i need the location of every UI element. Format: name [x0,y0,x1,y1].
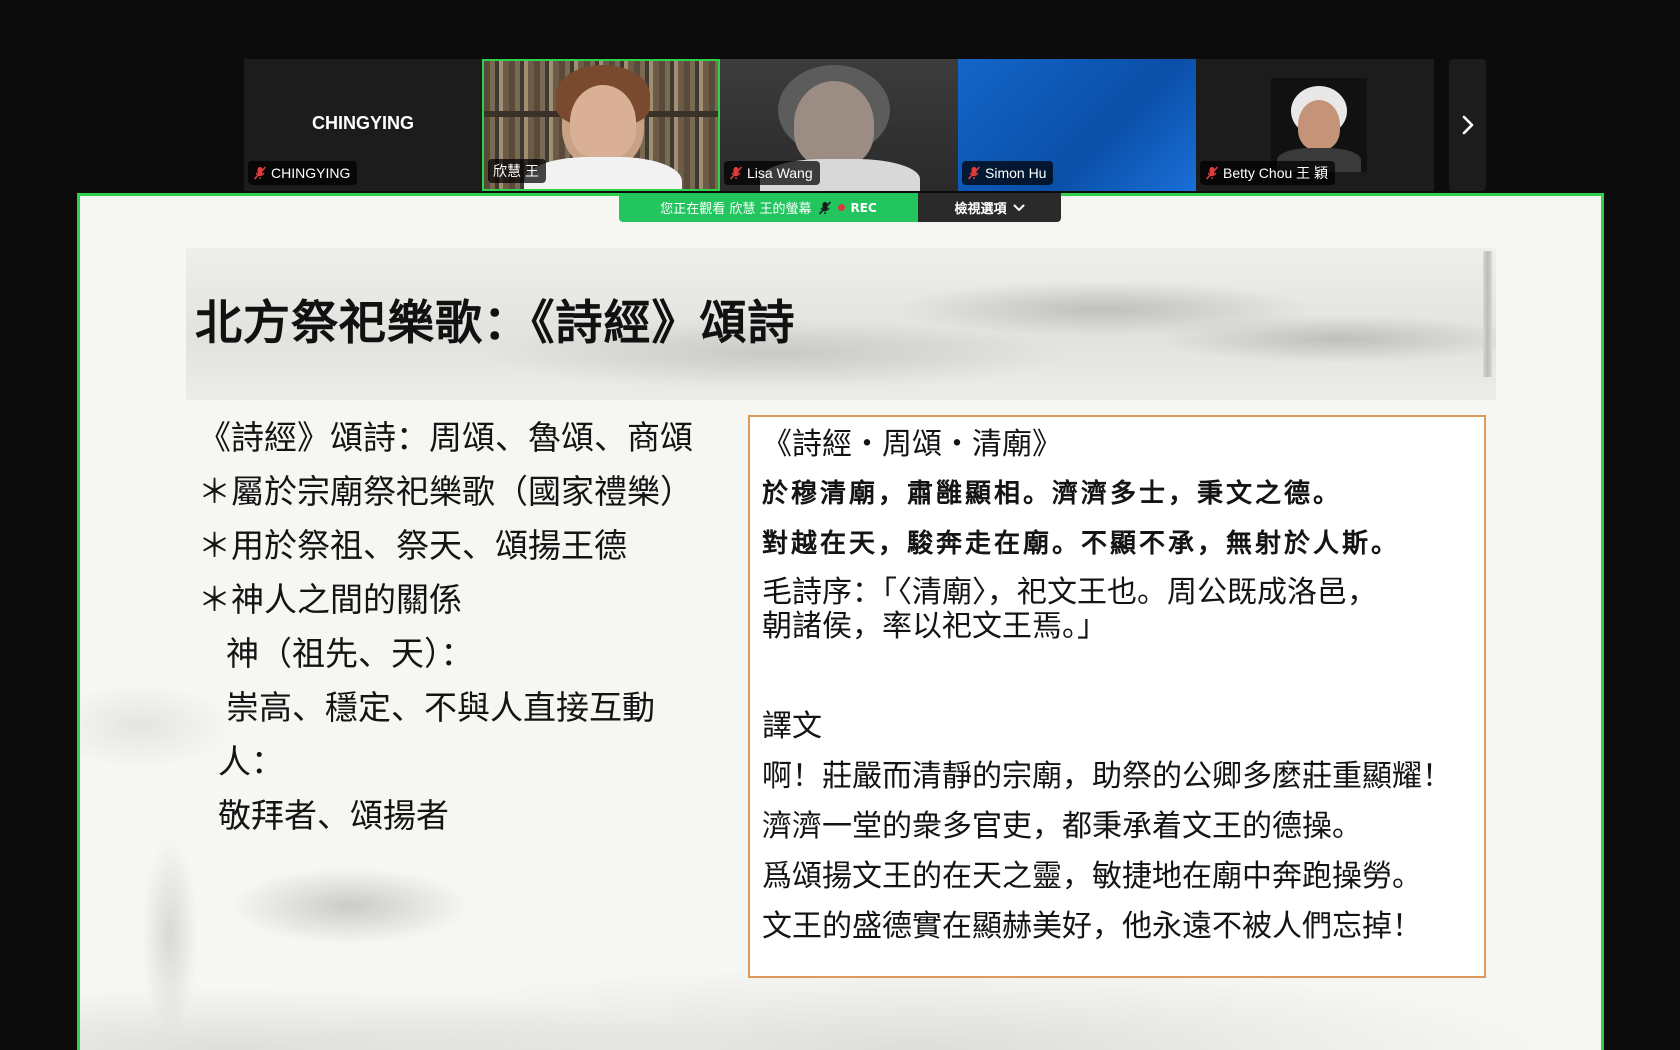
text-line: ＊用於祭祖、祭天、頌揚王德 [198,526,627,565]
viewing-screen-banner: 您正在觀看 欣慧 王的螢幕 REC [619,193,918,222]
participant-face [1298,100,1340,150]
participant-name: 欣慧 王 [493,163,539,179]
translation-line: 爲頌揚文王的在天之靈，敏捷地在廟中奔跑操勞。 [762,859,1422,894]
shared-screen: 北方祭祀樂歌：《詩經》頌詩 《詩經》頌詩：周頌、魯頌、商頌 ＊屬於宗廟祭祀樂歌（… [77,193,1604,1050]
recording-dot-icon [837,204,845,211]
participant-nameplate: Betty Chou 王 穎 [1200,161,1336,185]
chevron-down-icon [1013,204,1024,211]
participant-name: Simon Hu [985,165,1047,181]
mic-off-icon [1205,166,1219,180]
mic-off-icon [729,166,743,180]
text-line: 崇高、穩定、不與人直接互動 [226,688,655,727]
text-line: 《詩經》頌詩：周頌、魯頌、商頌 [198,418,693,457]
chevron-right-icon [1462,115,1473,135]
viewing-screen-text: 您正在觀看 欣慧 王的螢幕 [660,202,812,217]
translation-line: 啊！莊嚴而清靜的宗廟，助祭的公卿多麼莊重顯耀！ [762,759,1452,794]
participant-nameplate: Simon Hu [962,161,1054,185]
next-participants-button[interactable] [1449,59,1486,191]
participant-face [570,85,636,159]
poem-line: 於穆清廟，肅雝顯相。濟濟多士，秉文之德。 [762,479,1343,509]
participant-nameplate: Lisa Wang [724,161,820,185]
poem-heading: 《詩經・周頌・清廟》 [762,427,1062,462]
view-options-button[interactable]: 檢視選項 [918,193,1061,222]
participant-nameplate: CHINGYING [248,161,358,185]
profile-photo [1271,78,1367,172]
poem-line: 對越在天，駿奔走在廟。不顯不承，無射於人斯。 [762,529,1401,559]
text-line: ＊神人之間的關係 [198,580,462,619]
translation-line: 濟濟一堂的衆多官吏，都秉承着文王的德操。 [762,809,1362,844]
participant-name: Lisa Wang [747,165,813,181]
mic-off-icon [253,166,267,180]
view-options-label: 檢視選項 [954,202,1007,217]
preface-line: 朝諸侯，率以祀文王焉。」 [762,609,1107,644]
participant-shirt [524,157,682,189]
participant-name: Betty Chou 王 穎 [1223,165,1329,181]
participant-tile-chingying[interactable]: CHINGYING CHINGYING [244,59,482,191]
text-line: 神（祖先、天）： [226,634,474,673]
participant-name: CHINGYING [271,165,351,181]
participant-tile-active-speaker[interactable]: 欣慧 王 [482,59,720,191]
participant-center-name: CHINGYING [311,113,414,133]
share-status-bar: 您正在觀看 欣慧 王的螢幕 REC 檢視選項 [619,193,1061,222]
translation-line: 文王的盛德實在顯赫美好，他永遠不被人們忘掉！ [762,909,1422,944]
participant-video [794,81,874,167]
slide-title: 北方祭祀樂歌：《詩經》頌詩 [195,296,796,351]
participant-strip: CHINGYING CHINGYING 欣慧 王 Lisa Wang Simon… [244,59,1434,191]
participant-tile-betty-chou[interactable]: Betty Chou 王 穎 [1196,59,1434,191]
translation-heading: 譯文 [762,709,822,744]
text-line: ＊屬於宗廟祭祀樂歌（國家禮樂） [198,472,693,511]
participant-tile-lisa-wang[interactable]: Lisa Wang [720,59,958,191]
poem-text-box: 《詩經・周頌・清廟》 於穆清廟，肅雝顯相。濟濟多士，秉文之德。 對越在天，駿奔走… [748,415,1486,978]
mic-off-icon [967,166,981,180]
text-line: 敬拜者、頌揚者 [218,796,449,835]
participant-tile-simon-hu[interactable]: Simon Hu [958,59,1196,191]
slide-left-text: 《詩經》頌詩：周頌、魯頌、商頌 ＊屬於宗廟祭祀樂歌（國家禮樂） ＊用於祭祖、祭天… [198,411,693,843]
recording-label: REC [850,200,877,215]
participant-nameplate: 欣慧 王 [488,159,546,183]
mic-off-icon [818,200,831,215]
text-line: 人： [218,742,284,781]
scroll-edge-decoration [1483,251,1492,377]
